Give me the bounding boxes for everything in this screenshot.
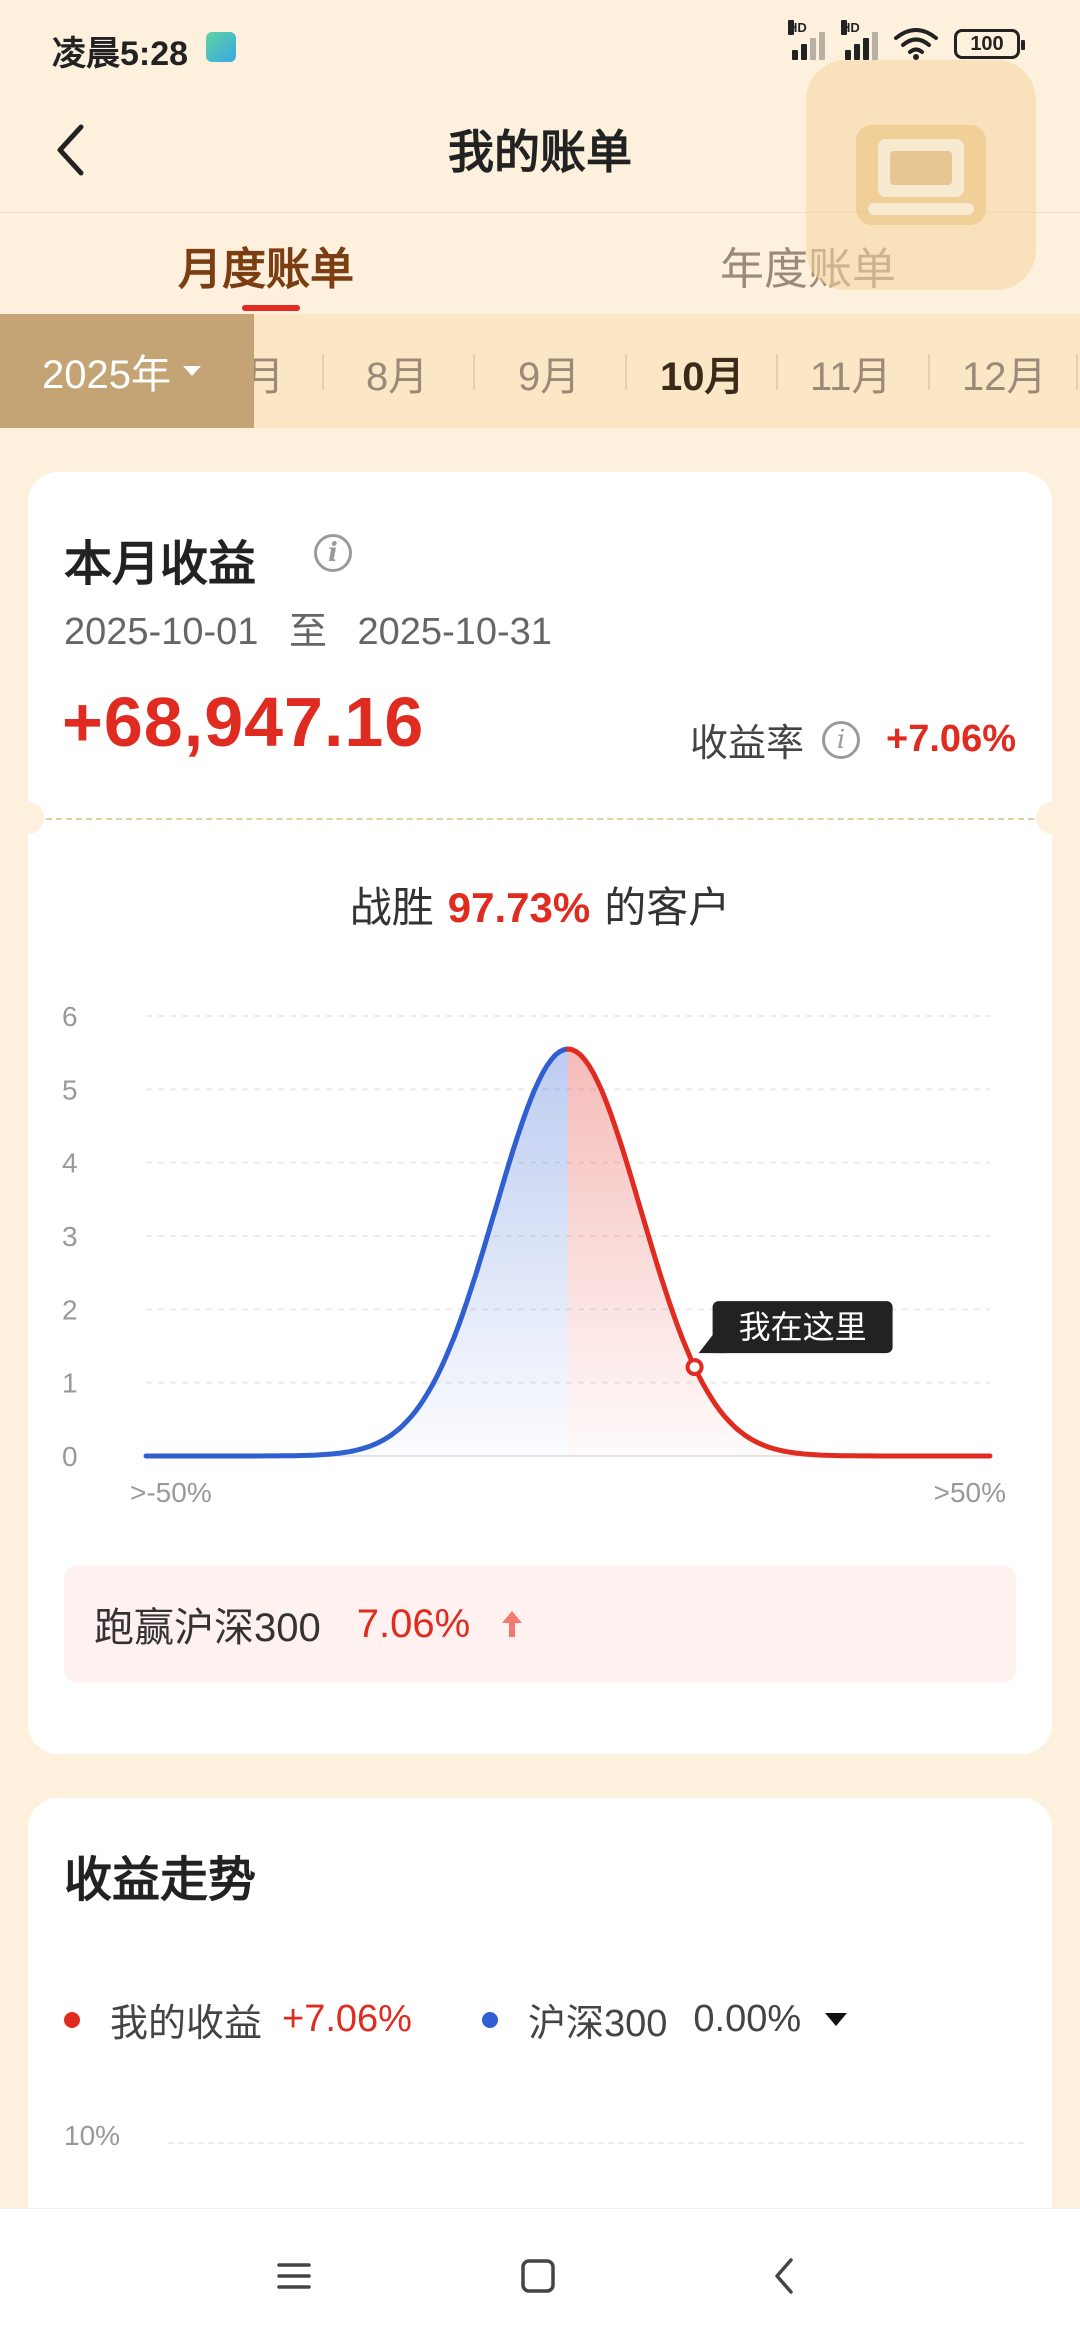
date-separator: 至 [288,611,327,653]
signal-hd-label: HD [841,20,860,35]
card-title-text: 本月收益 [64,538,257,591]
status-icons: HD HD 100 [788,20,1025,60]
distribution-area-right [568,1049,990,1456]
caret-down-icon [182,366,201,376]
outperform-label: 跑赢沪深300 [94,1606,321,1650]
outperform-banner: 跑赢沪深300 7.06% [64,1566,1016,1682]
my-position-tooltip: 我在这里 [698,1301,893,1354]
legend-my-value: +7.06% [282,1998,412,2040]
signal-hd-label: HD [788,20,807,35]
arrow-up-icon [502,1611,523,1637]
trend-y-tick: 10% [64,2120,121,2151]
year-selector[interactable]: 2025年 [0,314,254,428]
battery-icon: 100 [954,29,1025,59]
date-range: 2025-10-01 至 2025-10-31 [64,600,562,655]
month-divider [928,354,930,390]
month-item[interactable]: 8月 [366,344,428,402]
distribution-area-left [146,1049,568,1456]
menu-icon [277,2263,311,2289]
legend-index-value: 0.00% [693,1998,802,2040]
month-item[interactable]: 9月 [518,344,580,402]
legend-my-label: 我的收益 [110,2003,263,2045]
divider [46,818,1034,820]
y-tick-label: 4 [62,1148,78,1179]
beat-prefix: 战胜 [349,884,434,931]
card-title: 本月收益 i [64,524,352,594]
month-selector: 7月 8月 9月 10月 11月 12月 2025年 [0,314,1080,428]
card-notch [12,802,44,834]
my-position-label: 我在这里 [739,1309,867,1345]
card-notch [1036,802,1068,834]
return-rate-value: +7.06% [886,718,1016,760]
system-nav-bar [0,2208,1080,2340]
home-icon [521,2259,555,2293]
return-rate: 收益率 i +7.06% [690,712,1016,767]
month-divider [1076,354,1078,390]
profit-amount: +68,947.16 [62,683,425,761]
legend-dot-mine [64,2011,80,2028]
my-position-marker [685,1358,704,1377]
y-tick-label: 0 [62,1441,78,1472]
trend-title: 收益走势 [64,1854,257,1907]
menu-button[interactable] [264,2251,324,2301]
beat-customers-text: 战胜 97.73% 的客户 [28,874,1052,935]
trend-gridline [168,2142,1024,2144]
beat-percent: 97.73% [447,884,591,931]
y-tick-label: 3 [62,1221,78,1252]
floating-assistant-button[interactable] [806,60,1036,290]
month-divider [776,354,778,390]
outperform-value: 7.06% [356,1601,471,1646]
return-rate-label: 收益率 [690,723,805,765]
month-divider [625,354,627,390]
y-tick-label: 5 [62,1074,78,1105]
x-min-label: >-50% [130,1477,212,1508]
tab-active-indicator [242,305,300,311]
month-divider [473,354,475,390]
info-icon[interactable]: i [822,720,861,759]
year-label: 2025年 [42,353,171,397]
date-to: 2025-10-31 [357,611,552,653]
distribution-chart: 0 1 2 3 4 5 6 我在这里 >-50% >50% [62,1001,1006,1508]
trend-legend: 我的收益 +7.06% 沪深300 0.00% [64,1992,848,2047]
date-from: 2025-10-01 [64,611,259,653]
month-item[interactable]: 12月 [962,344,1047,402]
wifi-icon [894,28,938,60]
home-button[interactable] [508,2251,568,2301]
y-tick-label: 2 [62,1294,78,1325]
signal-icon: HD [788,20,825,60]
beat-suffix: 的客户 [604,884,731,931]
y-tick-label: 1 [62,1368,78,1399]
signal-icon: HD [841,20,878,60]
computer-icon [856,125,986,225]
legend-dot-index [481,2011,498,2028]
tab-monthly[interactable]: 月度账单 [178,233,354,297]
month-item-active[interactable]: 10月 [660,344,745,402]
back-icon [775,2258,793,2294]
nav-back-button[interactable] [754,2251,814,2301]
monthly-profit-card: 本月收益 i 2025-10-01 至 2025-10-31 +68,947.1… [12,472,1068,1754]
caret-down-icon[interactable] [825,2013,848,2026]
status-time: 凌晨5:28 [52,35,189,73]
month-divider [322,354,324,390]
info-icon[interactable]: i [314,534,352,572]
month-item[interactable]: 11月 [810,344,892,402]
legend-index-label[interactable]: 沪深300 [528,1992,667,2047]
app-notification-icon [206,32,236,62]
y-tick-label: 6 [62,1001,78,1032]
x-max-label: >50% [934,1477,1006,1508]
